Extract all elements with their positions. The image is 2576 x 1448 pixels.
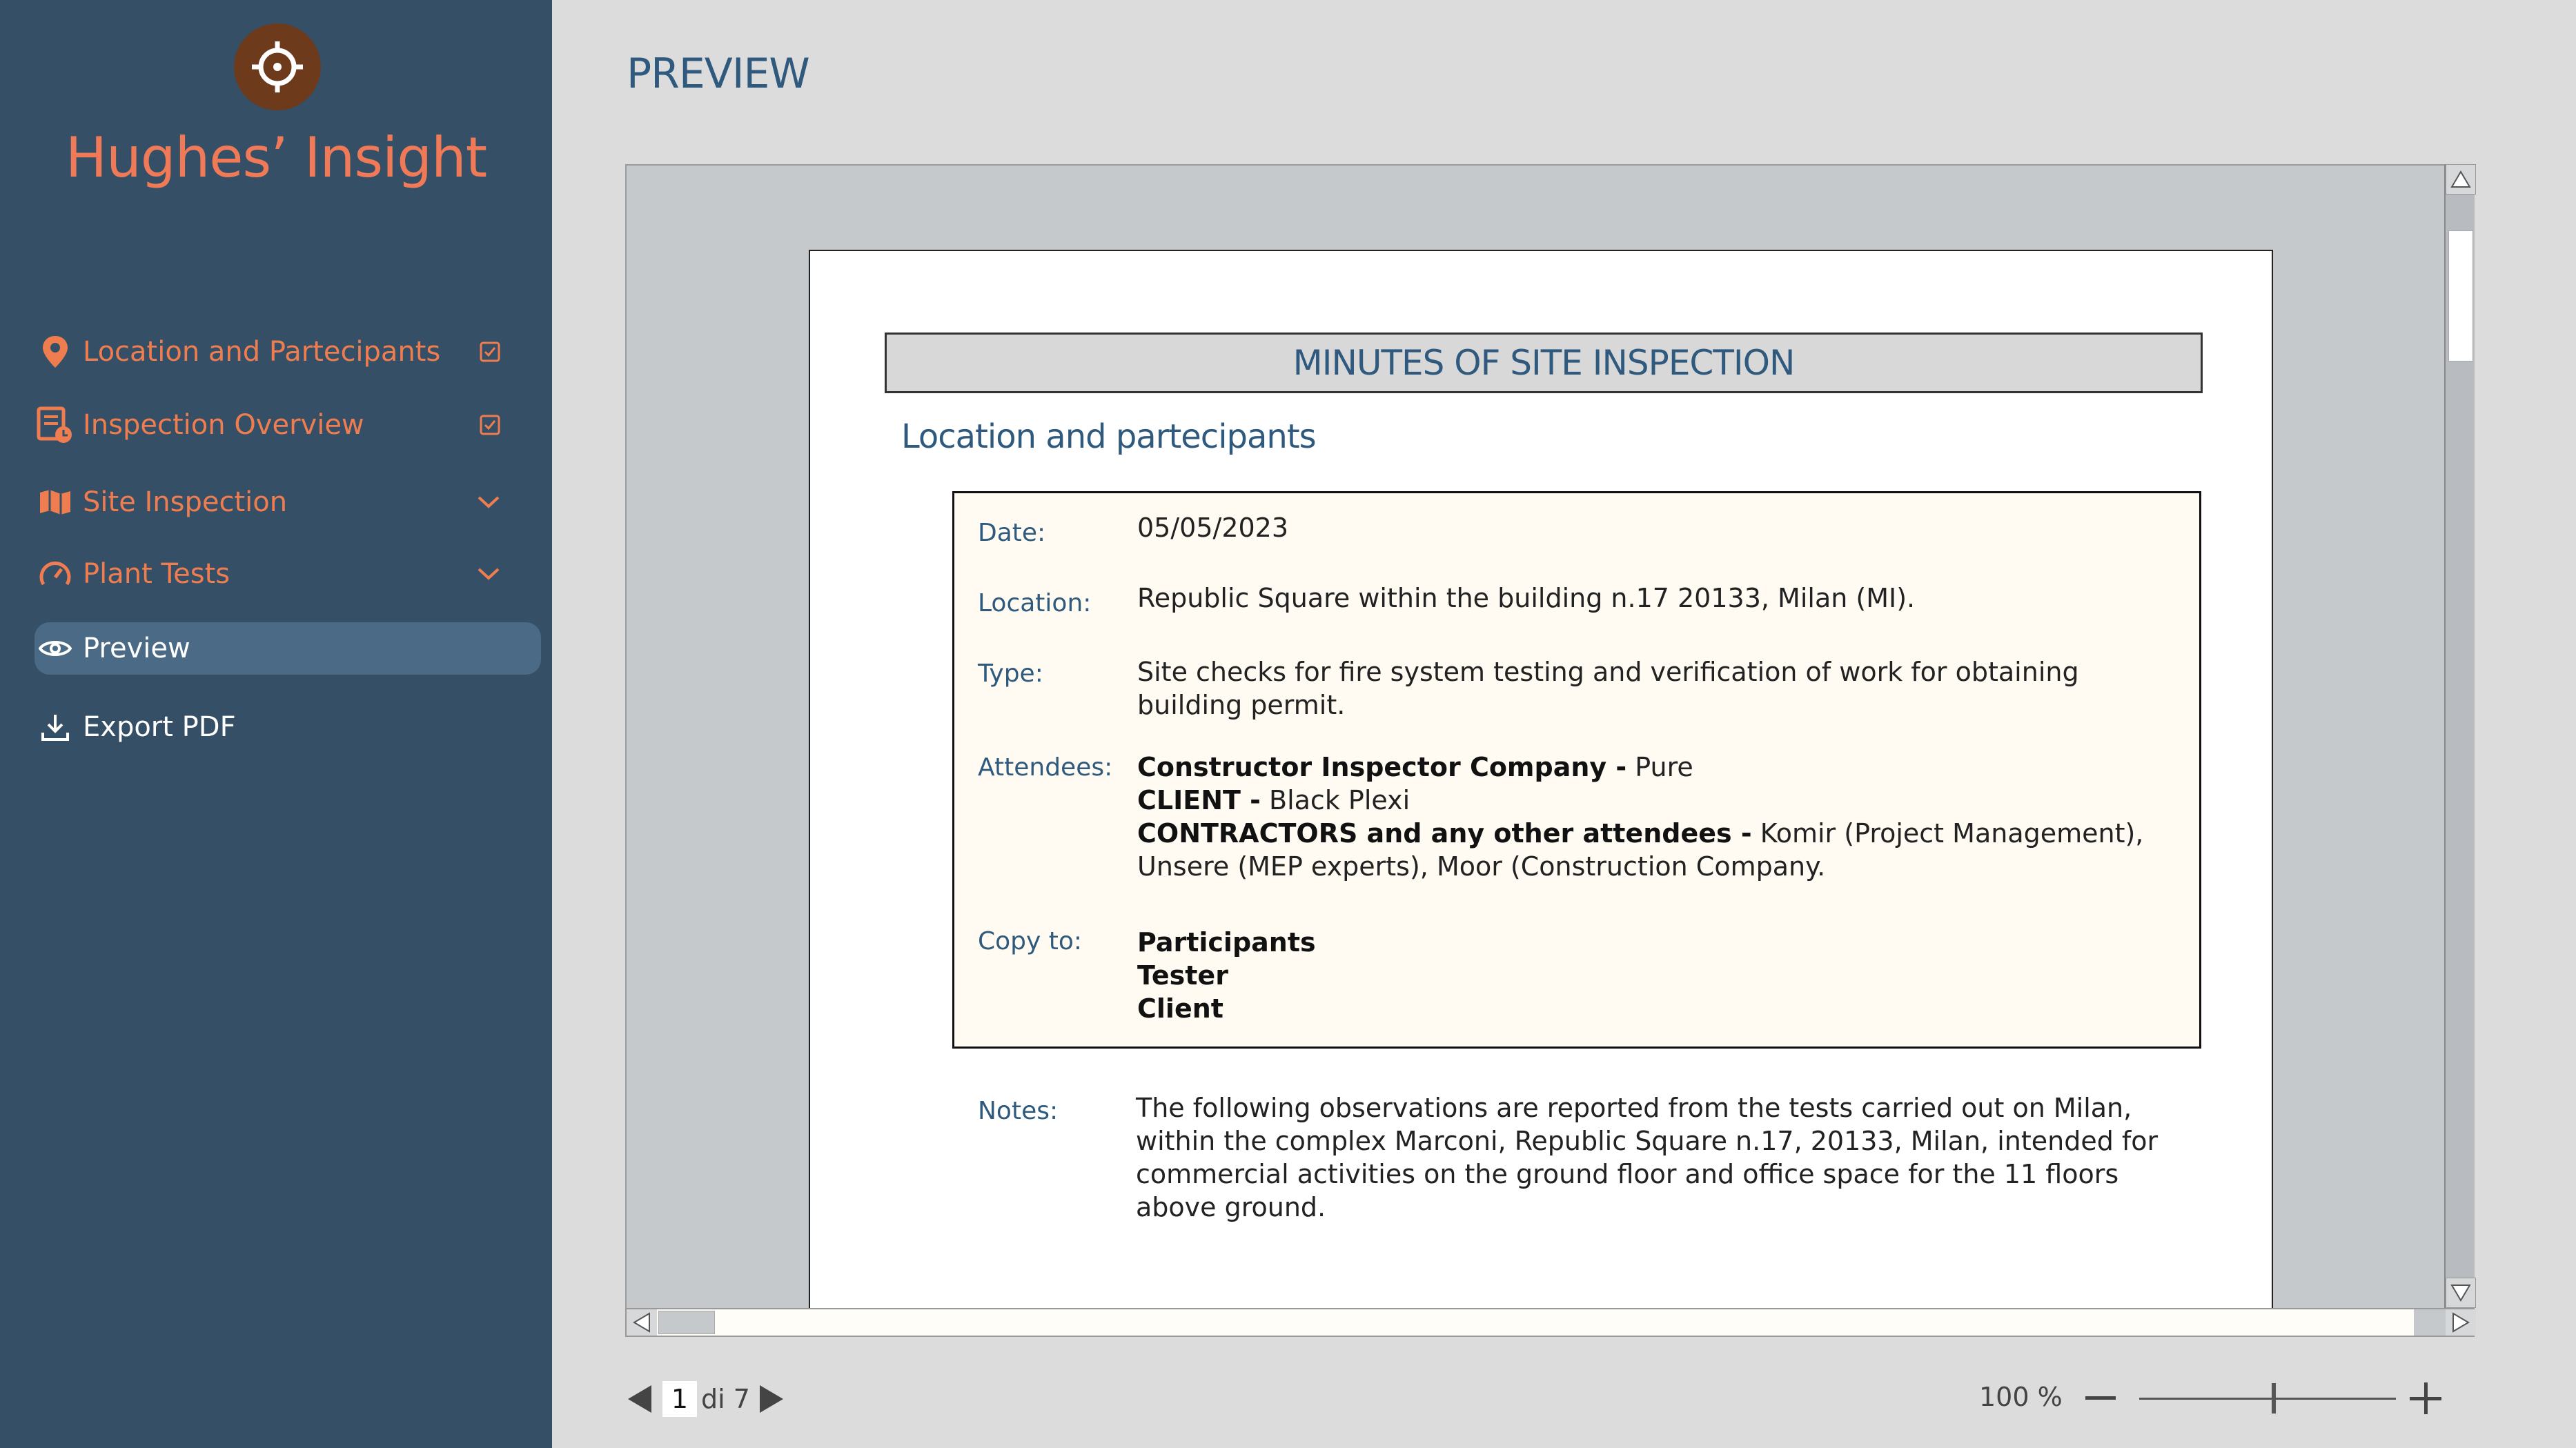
attendee-role: Constructor Inspector Company - — [1137, 752, 1627, 782]
scroll-right-icon[interactable] — [2446, 1309, 2476, 1336]
download-icon — [35, 706, 76, 748]
gauge-icon — [35, 553, 76, 595]
map-icon — [35, 482, 76, 523]
sidebar-item-label: Export PDF — [83, 711, 236, 743]
chevron-down-icon[interactable] — [477, 548, 500, 600]
scrollbar-thumb[interactable] — [2448, 230, 2473, 361]
notes-label: Notes: — [978, 1097, 1059, 1125]
zoom-out-icon[interactable] — [2084, 1381, 2117, 1416]
zoom-slider[interactable] — [2139, 1398, 2396, 1400]
location-label: Location: — [978, 589, 1092, 617]
page-navigator: 1 di 7 — [625, 1378, 786, 1420]
sidebar-item-plant-tests[interactable]: Plant Tests — [35, 548, 542, 600]
sidebar-item-export-pdf[interactable]: Export PDF — [35, 701, 542, 753]
copy-to-item: Client — [1137, 992, 1223, 1025]
report-clock-icon — [35, 404, 76, 446]
attendee-name: Black Plexi — [1260, 785, 1410, 815]
scrollbar-thumb[interactable] — [658, 1311, 715, 1334]
location-pin-icon — [35, 331, 76, 373]
notes-line: above ground. — [1136, 1192, 1326, 1222]
attendee-name: Pure — [1626, 752, 1693, 782]
checkbox-checked-icon[interactable] — [480, 326, 500, 378]
zoom-slider-thumb[interactable] — [2272, 1383, 2276, 1414]
notes-line: The following observations are reported … — [1136, 1093, 2132, 1123]
sidebar-item-location-and-partecipants[interactable]: Location and Partecipants — [35, 326, 542, 378]
date-label: Date: — [978, 519, 1046, 547]
attendee-line: Unsere (MEP experts), Moor (Construction… — [1137, 851, 1826, 882]
copy-to-item-text: Tester — [1137, 960, 1228, 991]
attendee-role: CONTRACTORS and any other attendees - — [1137, 818, 1752, 849]
notes-line: commercial activities on the ground floo… — [1136, 1159, 2119, 1189]
attendee-line: CONTRACTORS and any other attendees - Ko… — [1137, 817, 2143, 850]
copy-to-label: Copy to: — [978, 927, 1083, 955]
section-title: Location and partecipants — [901, 417, 1317, 456]
notes-line: within the complex Marconi, Republic Squ… — [1136, 1126, 2159, 1156]
sidebar-item-label: Site Inspection — [83, 486, 288, 518]
sidebar-item-preview[interactable]: Preview — [35, 622, 541, 675]
crosshair-icon — [252, 41, 303, 92]
scroll-left-icon[interactable] — [627, 1309, 657, 1336]
sidebar: Hughes’ Insight Location and Partecipant… — [0, 0, 552, 1448]
page-title: PREVIEW — [627, 50, 810, 98]
zoom-level: 100 % — [1979, 1382, 2063, 1412]
vertical-scrollbar[interactable] — [2444, 164, 2476, 1309]
attendee-line: Constructor Inspector Company - Pure — [1137, 751, 1693, 784]
attendee-line: CLIENT - Black Plexi — [1137, 784, 1410, 817]
scrollbar-end — [2414, 1309, 2446, 1336]
page-total: di 7 — [701, 1384, 750, 1414]
scroll-down-icon[interactable] — [2446, 1278, 2476, 1308]
prev-page-icon[interactable] — [625, 1384, 653, 1414]
type-value-line2: building permit. — [1137, 690, 1346, 720]
attendees-label: Attendees: — [978, 753, 1113, 782]
location-value: Republic Square within the building n.17… — [1137, 583, 1916, 613]
attendee-name: Komir (Project Management), — [1751, 818, 2144, 849]
copy-to-item: Participants — [1137, 926, 1316, 959]
horizontal-scrollbar[interactable] — [625, 1308, 2476, 1337]
sidebar-item-label: Preview — [83, 633, 190, 664]
next-page-icon[interactable] — [758, 1384, 786, 1414]
copy-to-item-text: Client — [1137, 993, 1223, 1024]
type-value-line1: Site checks for fire system testing and … — [1137, 657, 2079, 687]
sidebar-item-label: Plant Tests — [83, 558, 230, 590]
brand-name: Hughes’ Insight — [65, 126, 487, 190]
copy-to-item: Tester — [1137, 959, 1228, 992]
chevron-down-icon[interactable] — [477, 476, 500, 528]
type-label: Type: — [978, 659, 1043, 688]
checkbox-checked-icon[interactable] — [480, 399, 500, 451]
eye-icon — [35, 628, 76, 669]
sidebar-item-label: Inspection Overview — [83, 409, 364, 441]
attendee-role: CLIENT - — [1137, 785, 1261, 815]
sidebar-item-site-inspection[interactable]: Site Inspection — [35, 476, 542, 528]
sidebar-item-label: Location and Partecipants — [83, 336, 441, 368]
document-title: MINUTES OF SITE INSPECTION — [885, 333, 2203, 393]
scroll-up-icon[interactable] — [2446, 164, 2476, 195]
date-value: 05/05/2023 — [1137, 513, 1289, 543]
zoom-in-icon[interactable] — [2408, 1381, 2443, 1416]
page-number-input[interactable]: 1 — [662, 1381, 697, 1417]
logo — [234, 23, 321, 110]
sidebar-item-inspection-overview[interactable]: Inspection Overview — [35, 399, 542, 451]
copy-to-item-text: Participants — [1137, 927, 1316, 958]
